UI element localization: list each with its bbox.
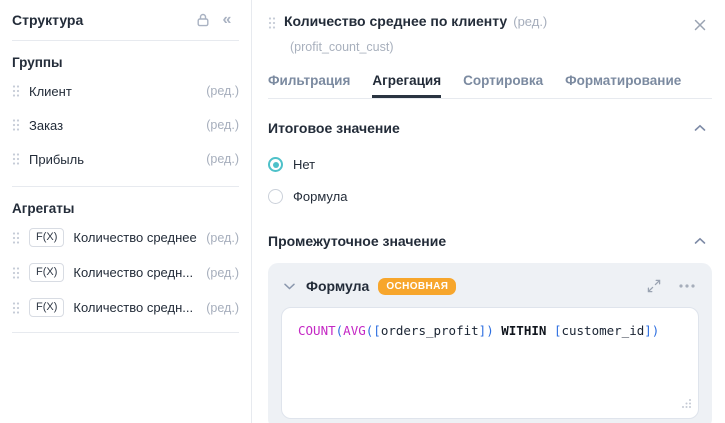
total-value-section-header: Итоговое значение xyxy=(268,116,712,140)
code-token: ) xyxy=(651,323,660,338)
edit-link[interactable]: (ред.) xyxy=(206,301,239,315)
radio-label: Нет xyxy=(293,157,316,172)
more-menu-icon[interactable] xyxy=(675,274,699,298)
intermediate-value-section-header: Промежуточное значение xyxy=(268,229,712,253)
resize-grip-icon[interactable] xyxy=(681,397,692,412)
sidebar-header: Структура « xyxy=(12,0,239,40)
group-row-order[interactable]: Заказ (ред.) xyxy=(12,108,239,142)
formula-card-header: Формула ОСНОВНАЯ xyxy=(281,273,699,299)
chevron-down-icon[interactable] xyxy=(281,274,297,298)
expand-icon[interactable] xyxy=(642,274,666,298)
code-token: COUNT xyxy=(298,323,336,338)
code-token: orders_profit xyxy=(380,323,479,338)
aggregate-label: Количество средн... xyxy=(73,300,194,315)
primary-badge: ОСНОВНАЯ xyxy=(378,277,457,295)
radio-selected-icon[interactable] xyxy=(268,157,283,172)
code-token: [ xyxy=(373,323,381,338)
code-token: AVG xyxy=(343,323,366,338)
aggregates-header: Агрегаты xyxy=(12,201,75,216)
drag-handle-icon[interactable] xyxy=(12,301,20,315)
groups-header: Группы xyxy=(12,55,63,70)
collapse-sidebar-icon[interactable]: « xyxy=(215,8,239,32)
radio-label: Формула xyxy=(293,189,348,204)
sidebar-title: Структура xyxy=(12,12,84,28)
aggregate-label: Количество средн... xyxy=(73,265,194,280)
group-label: Прибыль xyxy=(29,151,84,167)
divider xyxy=(12,186,239,187)
code-token: WITHIN xyxy=(493,323,554,338)
tab-aggregation[interactable]: Агрегация xyxy=(372,62,442,98)
total-value-title: Итоговое значение xyxy=(268,120,400,136)
formula-card-title: Формула xyxy=(306,278,370,294)
drag-handle-icon[interactable] xyxy=(268,16,276,30)
formula-code[interactable]: COUNT(AVG([orders_profit]) WITHIN [custo… xyxy=(298,323,682,338)
radio-unselected-icon[interactable] xyxy=(268,189,283,204)
edit-link[interactable]: (ред.) xyxy=(206,152,239,166)
chevron-up-icon[interactable] xyxy=(688,116,712,140)
radio-option-none[interactable]: Нет xyxy=(268,157,712,172)
drag-handle-icon[interactable] xyxy=(12,84,20,98)
group-row-client[interactable]: Клиент (ред.) xyxy=(12,74,239,108)
formula-badge: F(X) xyxy=(29,228,65,247)
edit-link[interactable]: (ред.) xyxy=(206,84,239,98)
edit-link[interactable]: (ред.) xyxy=(206,266,239,280)
panel-header: Количество среднее по клиенту (ред.) xyxy=(268,0,712,37)
tab-filtration[interactable]: Фильтрация xyxy=(268,62,350,98)
field-editor-panel: Количество среднее по клиенту (ред.) (pr… xyxy=(252,0,725,423)
code-token: ] xyxy=(644,323,652,338)
formula-card: Формула ОСНОВНАЯ COUNT(AVG([orders_profi… xyxy=(268,263,712,423)
group-label: Клиент xyxy=(29,83,72,99)
code-token: customer_id xyxy=(561,323,645,338)
structure-sidebar: Структура « Группы Клиент (ред.) Заказ (… xyxy=(0,0,252,423)
app: Структура « Группы Клиент (ред.) Заказ (… xyxy=(0,0,725,423)
intermediate-value-title: Промежуточное значение xyxy=(268,233,447,249)
radio-option-formula[interactable]: Формула xyxy=(268,189,712,204)
lock-icon[interactable] xyxy=(191,8,215,32)
aggregate-label: Количество среднее xyxy=(73,230,197,245)
edit-link[interactable]: (ред.) xyxy=(206,231,239,245)
tab-sorting[interactable]: Сортировка xyxy=(463,62,543,98)
aggregate-row-3[interactable]: F(X) Количество средн... (ред.) xyxy=(12,290,239,325)
edit-link[interactable]: (ред.) xyxy=(206,118,239,132)
drag-handle-icon[interactable] xyxy=(12,266,20,280)
aggregate-row-2[interactable]: F(X) Количество средн... (ред.) xyxy=(12,255,239,290)
tab-formatting[interactable]: Форматирование xyxy=(565,62,681,98)
close-icon[interactable] xyxy=(688,13,712,37)
panel-title: Количество среднее по клиенту xyxy=(284,13,508,29)
group-label: Заказ xyxy=(29,117,64,133)
divider xyxy=(12,40,239,41)
drag-handle-icon[interactable] xyxy=(12,152,20,166)
formula-badge: F(X) xyxy=(29,263,65,282)
tab-bar: Фильтрация Агрегация Сортировка Форматир… xyxy=(268,62,712,99)
panel-title-edit[interactable]: (ред.) xyxy=(513,14,547,29)
drag-handle-icon[interactable] xyxy=(12,118,20,132)
formula-editor[interactable]: COUNT(AVG([orders_profit]) WITHIN [custo… xyxy=(281,307,699,419)
code-token: ) xyxy=(486,323,494,338)
field-id-subtitle: (profit_count_cust) xyxy=(290,40,394,54)
drag-handle-icon[interactable] xyxy=(12,231,20,245)
divider xyxy=(12,332,239,333)
formula-badge: F(X) xyxy=(29,298,65,317)
group-row-profit[interactable]: Прибыль (ред.) xyxy=(12,142,239,176)
chevron-up-icon[interactable] xyxy=(688,229,712,253)
aggregate-row-1[interactable]: F(X) Количество среднее (ред.) xyxy=(12,220,239,255)
